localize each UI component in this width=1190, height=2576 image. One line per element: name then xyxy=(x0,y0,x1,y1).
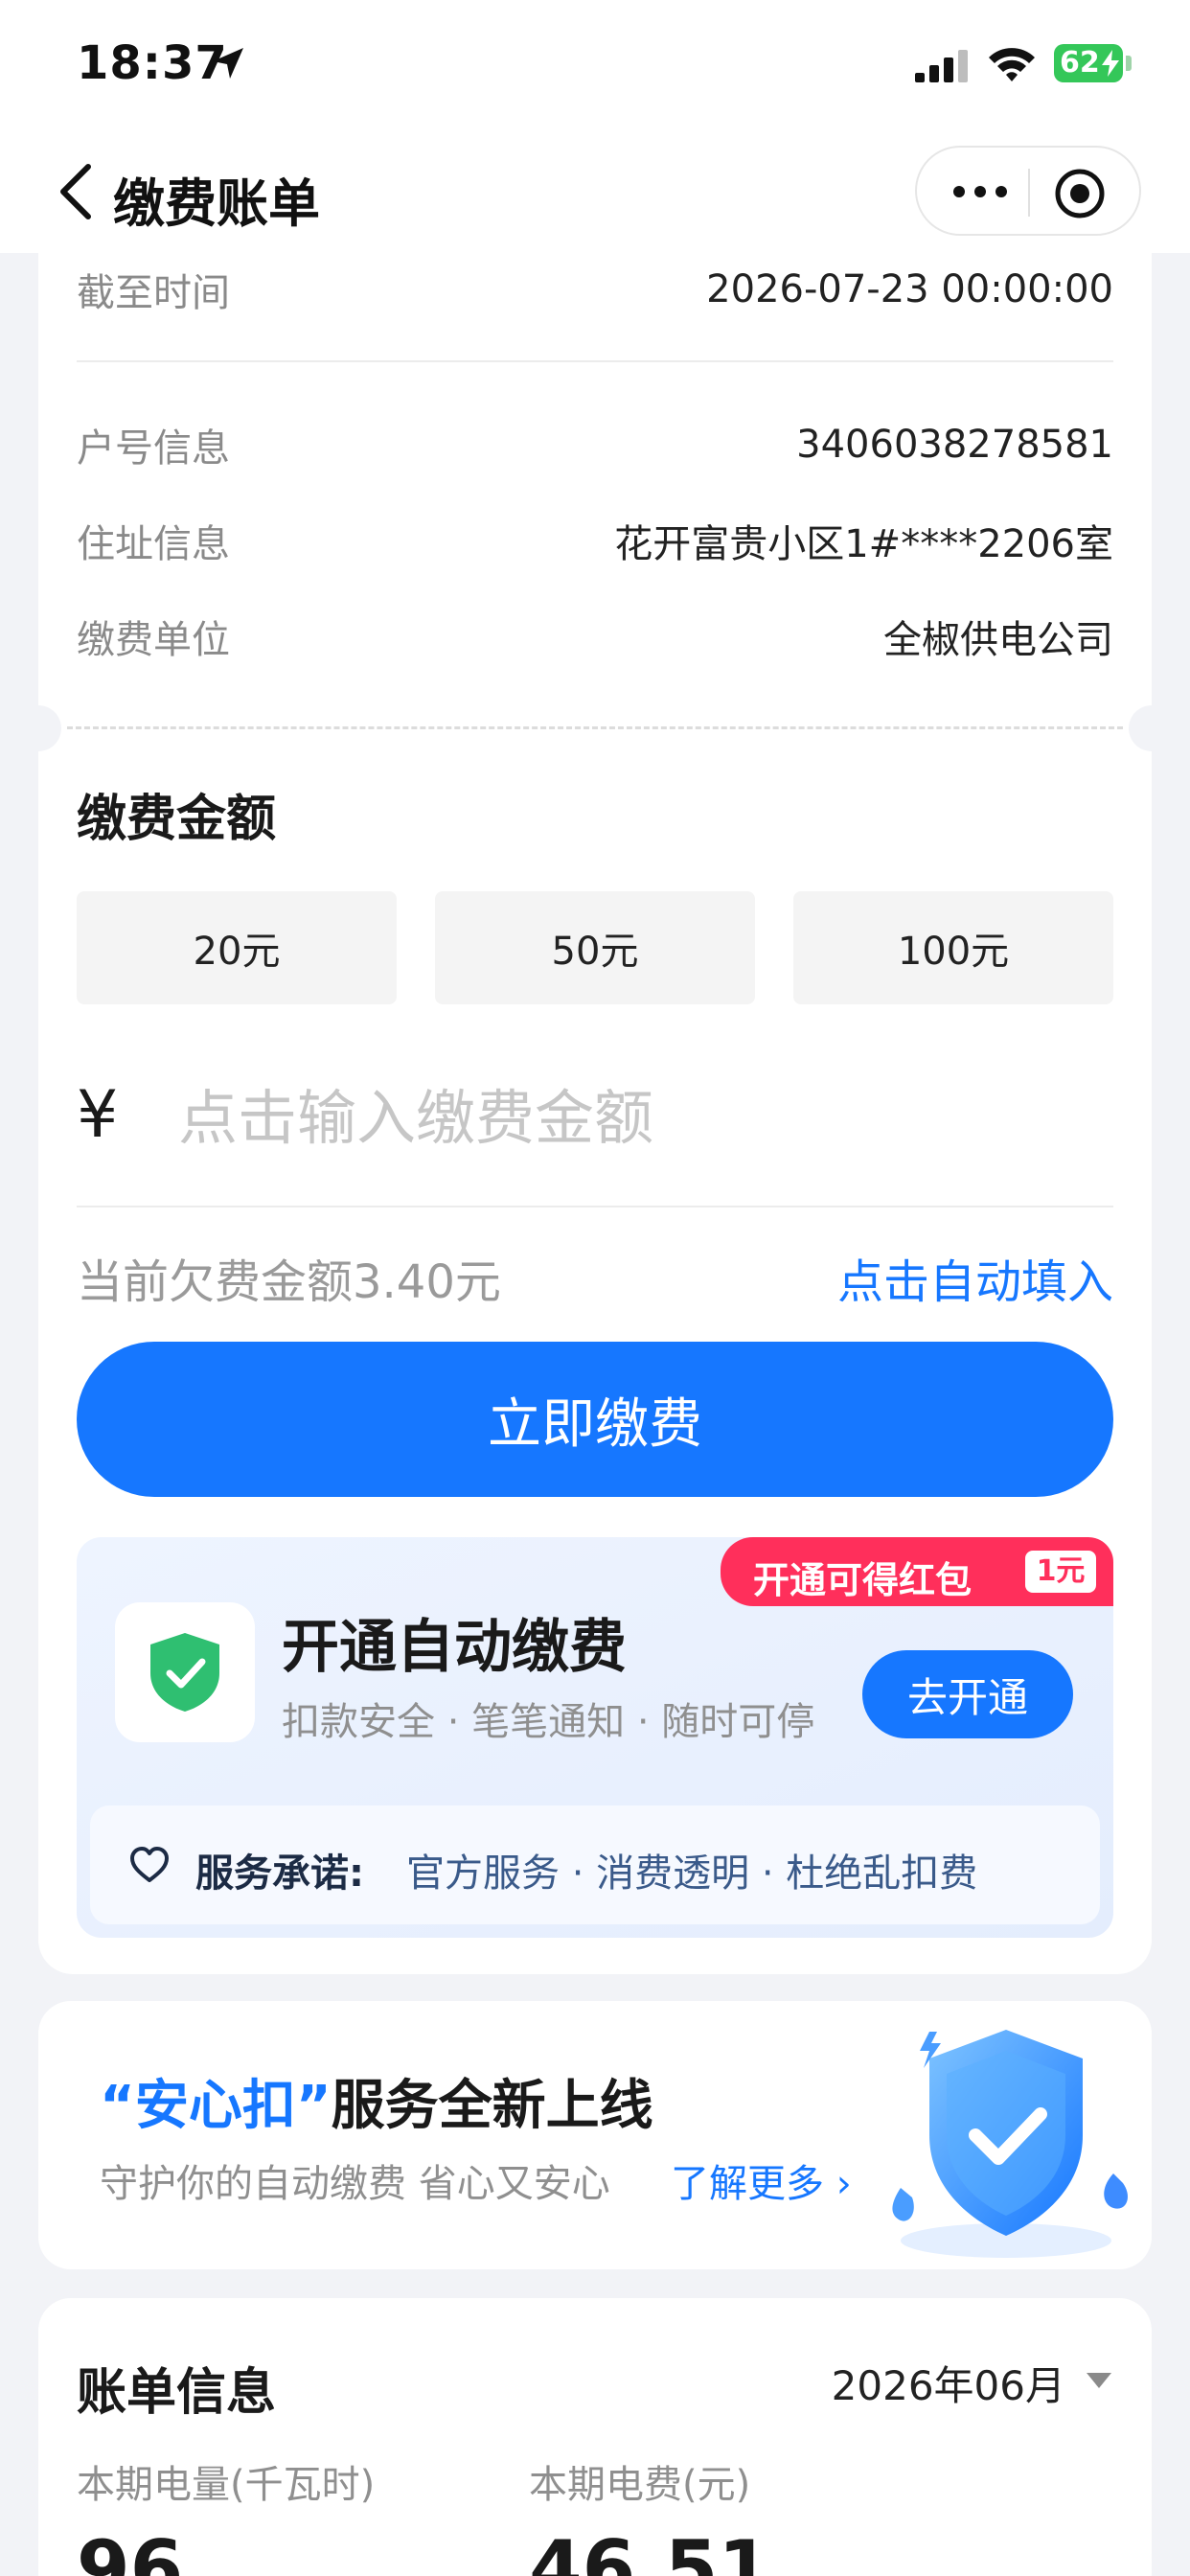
account-value: 3406038278581 xyxy=(796,423,1113,467)
amount-input[interactable] xyxy=(178,1070,1079,1165)
auto-pay-panel: 开通可得红包 1元 开通自动缴费 扣款安全 · 笔笔通知 · 随时可停 去开通 … xyxy=(77,1537,1113,1938)
account-label: 户号信息 xyxy=(77,426,230,471)
promise-title: 服务承诺: xyxy=(195,1852,364,1896)
bill-info-card: 账单信息 2026年06月 本期电量(千瓦时) 本期电费(元) 96 46.51 xyxy=(38,2298,1152,2576)
unit-label: 缴费单位 xyxy=(77,618,230,662)
address-label: 住址信息 xyxy=(77,522,230,566)
amount-option-50[interactable]: 50元 xyxy=(435,891,755,1004)
battery-cap xyxy=(1126,56,1132,71)
banner-title: “安心扣”服务全新上线 xyxy=(100,2062,653,2140)
banner-quote-open: “ xyxy=(100,2075,135,2137)
shield-check-icon xyxy=(150,1633,219,1712)
more-dots-icon[interactable] xyxy=(950,176,1011,207)
auto-pay-subtitle: 扣款安全 · 笔笔通知 · 随时可停 xyxy=(282,1700,815,1744)
red-packet-text: 开通可得红包 xyxy=(753,1559,973,1601)
bill-card: 截至时间 2026-07-23 00:00:00 户号信息 3406038278… xyxy=(15,253,1175,1974)
amount-option-20[interactable]: 20元 xyxy=(77,891,397,1004)
month-selector[interactable]: 2026年06月 xyxy=(832,2354,1065,2412)
divider xyxy=(77,360,1113,362)
battery-indicator: 62 xyxy=(1054,44,1123,82)
banner-subtitle: 守护你的自动缴费 省心又安心 xyxy=(100,2162,610,2206)
ticket-notch-left xyxy=(15,705,61,751)
banner-quote-close: ” xyxy=(295,2075,332,2137)
battery-level: 62 xyxy=(1060,46,1100,80)
close-target-icon[interactable] xyxy=(1053,167,1107,220)
status-bar: 18:37 62 xyxy=(0,0,1190,134)
learn-more-link[interactable]: 了解更多 › xyxy=(671,2152,852,2208)
nav-bar: 缴费账单 xyxy=(0,134,1190,253)
fee-value: 46.51 xyxy=(529,2524,772,2576)
red-packet-badge: 开通可得红包 1元 xyxy=(721,1537,1113,1606)
autofill-link[interactable]: 点击自动填入 xyxy=(837,1244,1113,1311)
mini-program-capsule xyxy=(915,146,1141,236)
currency-symbol: ¥ xyxy=(77,1077,119,1153)
wifi-icon xyxy=(989,48,1035,81)
banner-highlight: 安心扣 xyxy=(134,2075,296,2137)
location-arrow-icon xyxy=(213,48,243,79)
unit-row: 缴费单位 全椒供电公司 xyxy=(77,608,1113,665)
pay-now-button[interactable]: 立即缴费 xyxy=(77,1342,1113,1497)
dashed-separator xyxy=(67,726,1123,729)
deadline-label: 截至时间 xyxy=(77,271,230,315)
banner-title-rest: 服务全新上线 xyxy=(331,2075,653,2137)
red-packet-amount: 1元 xyxy=(1025,1551,1096,1593)
account-row: 户号信息 3406038278581 xyxy=(77,416,1113,473)
capsule-divider xyxy=(1028,169,1030,217)
payment-amount-title: 缴费金额 xyxy=(77,791,277,848)
usage-value: 96 xyxy=(77,2524,184,2576)
unit-value: 全椒供电公司 xyxy=(883,618,1113,662)
cellular-signal-icon xyxy=(915,50,968,82)
fee-label: 本期电费(元) xyxy=(529,2463,751,2507)
promise-items: 官方服务 · 消费透明 · 杜绝乱扣费 xyxy=(406,1852,978,1896)
page-title: 缴费账单 xyxy=(113,173,320,234)
address-value: 花开富贵小区1#****2206室 xyxy=(614,522,1113,566)
ticket-notch-right xyxy=(1129,705,1175,751)
anxin-banner[interactable]: “安心扣”服务全新上线 守护你的自动缴费 省心又安心 了解更多 › xyxy=(38,2001,1152,2269)
auto-pay-title: 开通自动缴费 xyxy=(282,1614,627,1681)
blue-shield-illustration-icon xyxy=(892,2030,1128,2258)
enable-auto-pay-button[interactable]: 去开通 xyxy=(862,1650,1073,1738)
back-chevron-icon[interactable] xyxy=(56,161,98,222)
status-time: 18:37 xyxy=(77,36,228,90)
caret-down-icon[interactable] xyxy=(1085,2371,1113,2390)
amount-option-100[interactable]: 100元 xyxy=(793,891,1113,1004)
bill-info-title: 账单信息 xyxy=(77,2364,277,2422)
input-underline xyxy=(77,1206,1113,1208)
usage-label: 本期电量(千瓦时) xyxy=(77,2463,376,2507)
deadline-value: 2026-07-23 00:00:00 xyxy=(706,267,1113,311)
address-row: 住址信息 花开富贵小区1#****2206室 xyxy=(77,512,1113,569)
service-promise-bar: 服务承诺: 官方服务 · 消费透明 · 杜绝乱扣费 xyxy=(90,1806,1100,1924)
charging-bolt-icon xyxy=(1102,50,1119,77)
heart-icon xyxy=(130,1847,169,1882)
owed-amount-text: 当前欠费金额3.40元 xyxy=(77,1255,501,1309)
shield-tile xyxy=(115,1602,255,1742)
deadline-row: 截至时间 2026-07-23 00:00:00 xyxy=(77,261,1113,318)
